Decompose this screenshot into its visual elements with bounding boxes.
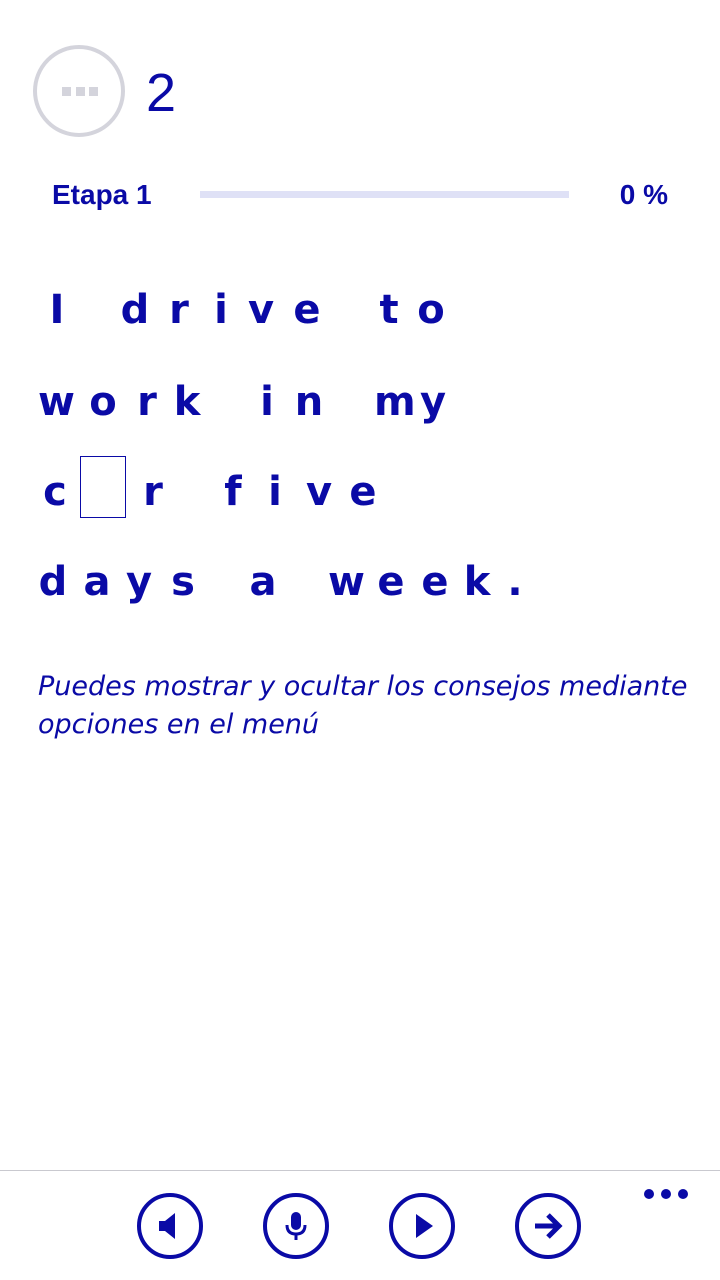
letter: o [89, 379, 117, 425]
microphone-button[interactable] [263, 1193, 329, 1259]
stage-progress-text: 0 % [619, 179, 668, 210]
letter: v [247, 287, 275, 333]
letter: y [419, 379, 447, 425]
letter: r [137, 379, 157, 425]
play-button[interactable] [389, 1193, 455, 1259]
letter: e [293, 287, 321, 333]
letter: e [377, 559, 405, 605]
letter: c [43, 469, 67, 515]
letter: i [260, 379, 274, 425]
letter: a [83, 559, 111, 605]
ellipsis-icon[interactable] [644, 1189, 688, 1201]
letter: d [38, 559, 68, 605]
letter: f [224, 469, 242, 515]
sentence-line-3: c r f i v e [38, 456, 377, 522]
sentence-line-1: I d r i v e t o [38, 280, 445, 340]
next-button[interactable] [515, 1193, 581, 1259]
letter: o [417, 287, 445, 333]
missing-letter-box[interactable] [80, 456, 126, 518]
letter: I [49, 287, 65, 333]
letter: k [463, 559, 491, 605]
letter: e [421, 559, 449, 605]
letter: v [305, 469, 333, 515]
letter: e [349, 469, 377, 515]
arrow-right-icon [535, 1213, 563, 1239]
sentence-line-4: d a y s a w e e k . [38, 552, 523, 612]
letter: a [249, 559, 277, 605]
counter: 2 [146, 63, 177, 123]
letter: m [374, 379, 416, 425]
letter: . [507, 559, 523, 605]
letter: s [171, 559, 195, 605]
stage-progress-bar [200, 191, 569, 198]
letter: i [268, 469, 282, 515]
letter: t [379, 287, 399, 333]
letter: w [38, 379, 75, 425]
stage-label: Etapa 1 [52, 179, 152, 210]
letter: i [214, 287, 228, 333]
letter: n [294, 379, 324, 425]
letter: r [143, 469, 163, 515]
letter: r [169, 287, 189, 333]
app-bar [0, 1170, 720, 1280]
speaker-button[interactable] [137, 1193, 203, 1259]
tip-text: Puedes mostrar y ocultar los consejos me… [38, 671, 688, 740]
letter: w [328, 559, 365, 605]
dots-circle-icon [33, 45, 125, 137]
sentence-line-2: w o r k i n m y [38, 372, 446, 432]
microphone-icon [285, 1212, 307, 1240]
screen: 2 Etapa 1 0 % I d r i v e t o w o r k i … [0, 0, 720, 1280]
letter: k [173, 379, 201, 425]
letter: y [125, 559, 153, 605]
speaker-icon [159, 1213, 175, 1239]
play-icon [416, 1214, 433, 1238]
letter: d [120, 287, 150, 333]
